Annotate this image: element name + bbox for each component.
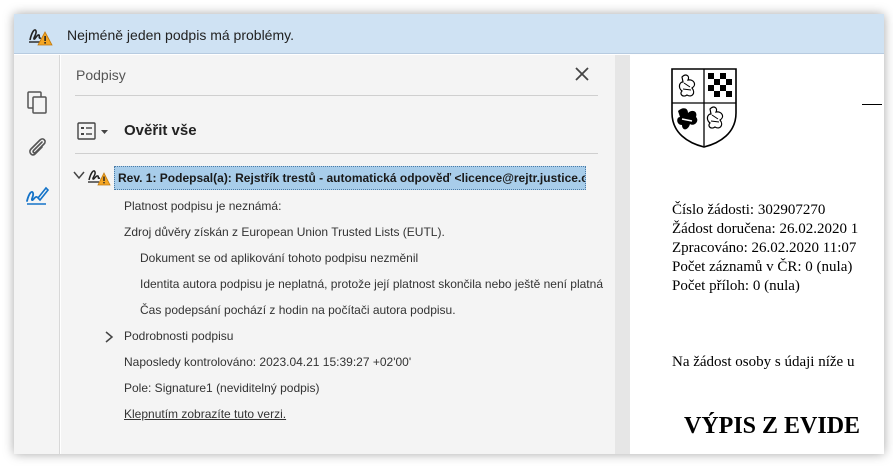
czech-coat-of-arms-icon bbox=[671, 68, 737, 148]
signatures-panel: Podpisy Ověřit vše Rev. 1: Podepsal(a): … bbox=[61, 55, 615, 454]
doc-line: Počet záznamů v ČR: 0 (nula) bbox=[672, 259, 853, 275]
doc-line: Číslo žádosti: 302907270 bbox=[672, 202, 826, 218]
options-menu-icon[interactable] bbox=[77, 121, 111, 143]
left-tool-rail bbox=[14, 55, 60, 454]
verify-all-button[interactable]: Ověřit vše bbox=[124, 122, 197, 139]
doc-line: Žádost doručena: 26.02.2020 1 bbox=[672, 221, 859, 237]
header-rule bbox=[862, 104, 882, 105]
signature-pen-icon[interactable] bbox=[24, 181, 50, 207]
last-checked: Naposledy kontrolováno: 2023.04.21 15:39… bbox=[124, 355, 412, 369]
signature-warning-banner: Nejméně jeden podpis má problémy. bbox=[14, 14, 884, 54]
acrobat-window: Nejméně jeden podpis má problémy. Podpis… bbox=[14, 14, 884, 454]
signature-warning-icon bbox=[88, 170, 111, 186]
chevron-down-icon[interactable] bbox=[73, 170, 85, 180]
chevron-right-icon[interactable] bbox=[104, 331, 114, 343]
close-icon[interactable] bbox=[573, 65, 591, 83]
signing-time-source: Čas podepsání pochází z hodin na počítač… bbox=[140, 303, 456, 317]
signature-details-toggle[interactable]: Podrobnosti podpisu bbox=[124, 329, 233, 343]
trust-source: Zdroj důvěry získán z European Union Tru… bbox=[124, 225, 445, 239]
signature-validity: Platnost podpisu je neznámá: bbox=[124, 199, 282, 213]
identity-invalid: Identita autora podpisu je neplatná, pro… bbox=[140, 277, 603, 291]
doc-intro: Na žádost osoby s údaji níže u bbox=[672, 354, 855, 370]
pages-icon[interactable] bbox=[24, 89, 50, 115]
banner-message: Nejméně jeden podpis má problémy. bbox=[67, 27, 294, 43]
panel-separator bbox=[615, 55, 630, 454]
view-version-link[interactable]: Klepnutím zobrazíte tuto verzi. bbox=[124, 407, 286, 421]
signature-warning-icon bbox=[29, 29, 53, 46]
divider bbox=[75, 95, 598, 96]
doc-line: Zpracováno: 26.02.2020 11:07 bbox=[672, 240, 857, 256]
doc-line: Počet příloh: 0 (nula) bbox=[672, 278, 800, 294]
document-unchanged: Dokument se od aplikování tohoto podpisu… bbox=[140, 251, 419, 265]
attachment-icon[interactable] bbox=[24, 134, 50, 160]
signature-revision-item[interactable]: Rev. 1: Podepsal(a): Rejstřík trestů - a… bbox=[114, 166, 586, 190]
doc-heading: VÝPIS Z EVIDE bbox=[684, 413, 861, 439]
signature-field: Pole: Signature1 (neviditelný podpis) bbox=[124, 381, 320, 395]
divider bbox=[75, 153, 598, 154]
panel-title: Podpisy bbox=[76, 67, 126, 83]
document-page: Číslo žádosti: 302907270 Žádost doručena… bbox=[630, 55, 884, 454]
